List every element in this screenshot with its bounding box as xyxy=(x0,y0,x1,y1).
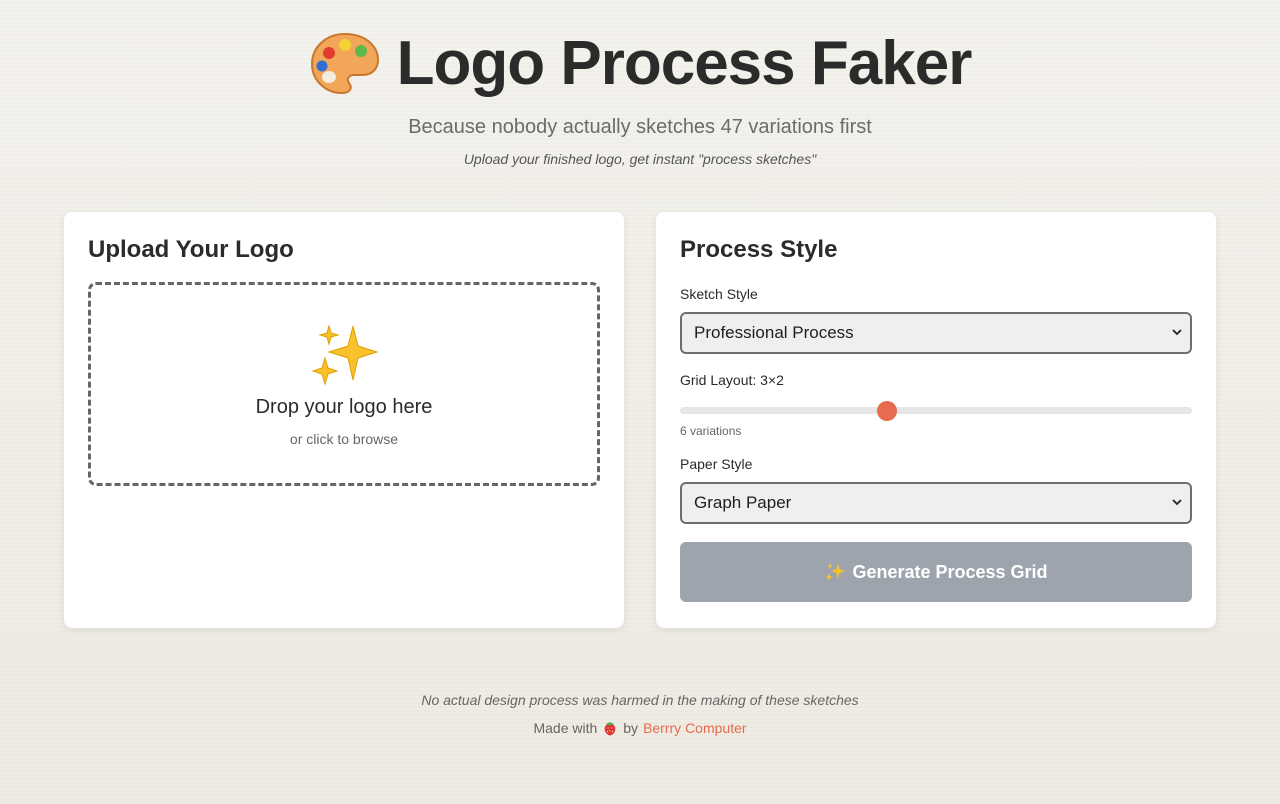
footer: No actual design process was harmed in t… xyxy=(0,692,1280,736)
generate-process-grid-button[interactable]: Generate Process Grid xyxy=(680,542,1192,602)
sparkles-icon xyxy=(825,563,846,581)
panels: Upload Your Logo Drop your logo here or … xyxy=(64,212,1216,628)
grid-variations-hint: 6 variations xyxy=(680,424,742,438)
strawberry-icon xyxy=(604,722,616,736)
berrry-computer-link[interactable]: Berrry Computer xyxy=(643,720,746,736)
generate-button-label: Generate Process Grid xyxy=(852,561,1048,582)
sketch-style-label: Sketch Style xyxy=(680,286,758,302)
footer-note: No actual design process was harmed in t… xyxy=(421,692,859,708)
style-heading: Process Style xyxy=(680,236,838,263)
logo-dropzone[interactable]: Drop your logo here or click to browse xyxy=(88,282,600,486)
footer-credit: Made with by Berrry Computer xyxy=(0,720,1280,736)
sketch-style-value: Professional Process xyxy=(694,323,854,342)
chevron-down-icon xyxy=(1172,499,1182,506)
chevron-down-icon xyxy=(1172,329,1182,336)
title-text: Logo Process Faker xyxy=(396,29,973,98)
sketch-style-select-wrap: Professional Process xyxy=(680,312,1192,354)
header: Logo Process Faker Because nobody actual… xyxy=(0,0,1280,167)
sparkles-icon xyxy=(311,323,379,386)
paper-style-value: Graph Paper xyxy=(694,493,792,512)
subtitle: Because nobody actually sketches 47 vari… xyxy=(408,115,872,138)
tagline: Upload your finished logo, get instant "… xyxy=(463,150,817,167)
made-with-text: Made with xyxy=(533,720,598,736)
artist-palette-icon xyxy=(310,32,379,94)
drop-subtitle: or click to browse xyxy=(289,430,399,447)
by-text: by xyxy=(623,720,639,736)
slider-thumb[interactable] xyxy=(877,401,898,421)
grid-layout-label: Grid Layout: 3×2 xyxy=(680,372,784,388)
upload-heading: Upload Your Logo xyxy=(88,236,294,263)
paper-style-select[interactable]: Graph Paper xyxy=(680,482,1192,524)
upload-card: Upload Your Logo Drop your logo here or … xyxy=(64,212,624,628)
style-card: Process Style Sketch Style Professional … xyxy=(656,212,1216,628)
drop-title: Drop your logo here xyxy=(255,395,433,418)
slider-track xyxy=(680,407,1192,414)
sketch-style-select[interactable]: Professional Process xyxy=(680,312,1192,354)
paper-style-select-wrap: Graph Paper xyxy=(680,482,1192,524)
page-title: Logo Process Faker xyxy=(309,28,972,99)
grid-layout-slider[interactable] xyxy=(680,400,1192,421)
paper-style-label: Paper Style xyxy=(680,456,753,472)
